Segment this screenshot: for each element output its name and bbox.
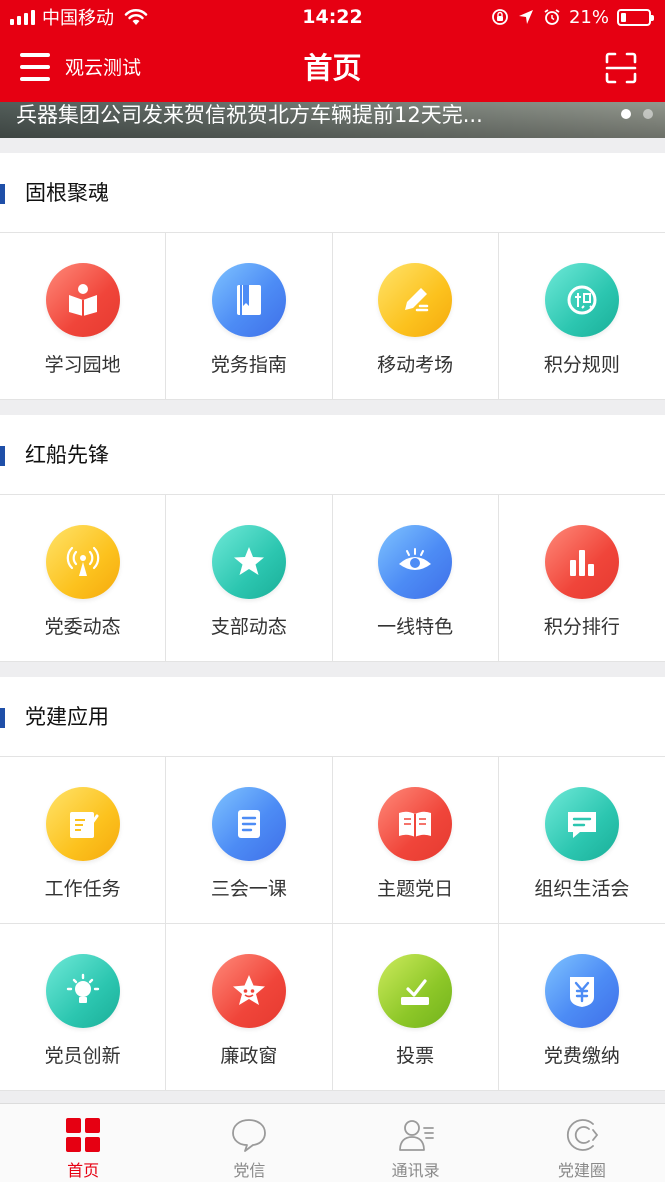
tab-label: 党信 bbox=[233, 1161, 266, 1180]
feature-points-ranking[interactable]: 积分排行 bbox=[498, 495, 665, 662]
feature-label: 投票 bbox=[396, 1045, 435, 1067]
feature-label: 党员创新 bbox=[44, 1045, 121, 1067]
chat-bubble-icon bbox=[544, 787, 619, 861]
feature-org-life-meeting[interactable]: 组织生活会 bbox=[498, 757, 665, 924]
guide-book-icon bbox=[211, 263, 286, 337]
feature-member-innovation[interactable]: 党员创新 bbox=[0, 924, 167, 1091]
feature-work-tasks[interactable]: 工作任务 bbox=[0, 757, 167, 924]
feature-label: 党费缴纳 bbox=[543, 1045, 620, 1067]
menu-icon-line bbox=[20, 53, 50, 57]
banner-dot[interactable] bbox=[643, 109, 653, 119]
tab-contacts[interactable]: 通讯录 bbox=[333, 1104, 499, 1182]
feature-grid: 学习园地 党务指南 移动考场 积分规则 bbox=[0, 233, 665, 400]
status-bar: 中国移动 14:22 21% bbox=[0, 0, 665, 34]
home-grid-icon bbox=[66, 1118, 101, 1152]
battery-percent: 21% bbox=[568, 6, 609, 28]
scan-icon[interactable] bbox=[605, 52, 637, 84]
location-icon bbox=[518, 10, 533, 24]
section-header: 红船先锋 bbox=[0, 415, 665, 495]
section-title: 红船先锋 bbox=[25, 443, 109, 467]
feature-label: 党务指南 bbox=[210, 354, 287, 376]
tab-party-circle[interactable]: 党建圈 bbox=[499, 1104, 665, 1182]
section-accent-bar bbox=[0, 184, 5, 204]
section-title: 党建应用 bbox=[25, 705, 109, 729]
feature-party-guide[interactable]: 党务指南 bbox=[166, 233, 333, 400]
news-banner[interactable]: 兵器集团公司发来贺信祝贺北方车辆提前12天完... bbox=[0, 102, 665, 138]
nav-bar: 观云测试 首页 bbox=[0, 34, 665, 102]
points-rule-icon bbox=[544, 263, 619, 337]
tab-label: 党建圈 bbox=[557, 1161, 606, 1180]
tab-home[interactable]: 首页 bbox=[0, 1104, 166, 1182]
feature-label: 主题党日 bbox=[377, 878, 454, 900]
open-book-icon bbox=[378, 787, 453, 861]
status-right: 21% bbox=[491, 4, 654, 30]
battery-icon bbox=[617, 8, 654, 26]
banner-pagination bbox=[621, 109, 653, 119]
feature-label: 积分规则 bbox=[543, 354, 620, 376]
feature-label: 一线特色 bbox=[377, 616, 454, 638]
feature-study-garden[interactable]: 学习园地 bbox=[0, 233, 167, 400]
feature-vote[interactable]: 投票 bbox=[332, 924, 499, 1091]
yuan-payment-icon bbox=[544, 954, 619, 1028]
banner-dot[interactable] bbox=[621, 109, 631, 119]
section-dangjian-yingyong: 党建应用 工作任务 三会一课 主题党日 组织生活会 党员创新 廉政窗 投票 党费… bbox=[0, 677, 665, 1091]
feature-label: 积分排行 bbox=[543, 616, 620, 638]
ballot-box-icon bbox=[378, 954, 453, 1028]
contacts-icon bbox=[398, 1120, 434, 1151]
smiling-star-icon bbox=[211, 954, 286, 1028]
orientation-lock-icon bbox=[492, 9, 508, 25]
feature-committee-news[interactable]: 党委动态 bbox=[0, 495, 167, 662]
feature-label: 党委动态 bbox=[44, 616, 121, 638]
feature-integrity-window[interactable]: 廉政窗 bbox=[166, 924, 333, 1091]
org-name[interactable]: 观云测试 bbox=[65, 54, 141, 82]
feature-label: 学习园地 bbox=[44, 354, 121, 376]
broadcast-icon bbox=[45, 525, 120, 599]
message-bubble-icon bbox=[232, 1119, 267, 1152]
lightbulb-icon bbox=[45, 954, 120, 1028]
feature-branch-news[interactable]: 支部动态 bbox=[166, 495, 333, 662]
feature-three-meetings[interactable]: 三会一课 bbox=[166, 757, 333, 924]
feature-label: 廉政窗 bbox=[220, 1045, 278, 1067]
tab-label: 通讯录 bbox=[391, 1161, 440, 1180]
feature-points-rules[interactable]: 积分规则 bbox=[498, 233, 665, 400]
star-icon bbox=[211, 525, 286, 599]
section-title: 固根聚魂 bbox=[25, 181, 109, 205]
eye-icon bbox=[378, 525, 453, 599]
menu-icon-line bbox=[20, 77, 50, 81]
banner-headline[interactable]: 兵器集团公司发来贺信祝贺北方车辆提前12天完... bbox=[16, 102, 483, 128]
bottom-tab-bar: 首页 党信 通讯录 党建圈 bbox=[0, 1103, 665, 1182]
menu-button[interactable] bbox=[20, 53, 50, 81]
section-accent-bar bbox=[0, 446, 5, 466]
tab-label: 首页 bbox=[67, 1161, 100, 1180]
circle-icon bbox=[566, 1119, 599, 1151]
feature-grid: 党委动态 支部动态 一线特色 积分排行 bbox=[0, 495, 665, 662]
task-note-icon bbox=[45, 787, 120, 861]
feature-frontline[interactable]: 一线特色 bbox=[332, 495, 499, 662]
feature-dues-payment[interactable]: 党费缴纳 bbox=[498, 924, 665, 1091]
section-accent-bar bbox=[0, 708, 5, 728]
feature-grid: 工作任务 三会一课 主题党日 组织生活会 党员创新 廉政窗 投票 党费缴纳 bbox=[0, 757, 665, 1091]
bar-chart-icon bbox=[544, 525, 619, 599]
battery-level bbox=[621, 12, 627, 22]
menu-icon-line bbox=[20, 65, 50, 69]
feature-label: 组织生活会 bbox=[534, 878, 630, 900]
section-gugen-juhun: 固根聚魂 学习园地 党务指南 移动考场 积分规则 bbox=[0, 153, 665, 400]
feature-label: 支部动态 bbox=[210, 616, 287, 638]
document-icon bbox=[211, 787, 286, 861]
section-header: 固根聚魂 bbox=[0, 153, 665, 233]
section-hongchuan-xianfeng: 红船先锋 党委动态 支部动态 一线特色 积分排行 bbox=[0, 415, 665, 662]
tab-messages[interactable]: 党信 bbox=[166, 1104, 332, 1182]
feature-theme-day[interactable]: 主题党日 bbox=[332, 757, 499, 924]
section-header: 党建应用 bbox=[0, 677, 665, 757]
feature-label: 三会一课 bbox=[210, 878, 287, 900]
pencil-exam-icon bbox=[378, 263, 453, 337]
feature-mobile-exam[interactable]: 移动考场 bbox=[332, 233, 499, 400]
feature-label: 移动考场 bbox=[377, 354, 454, 376]
feature-label: 工作任务 bbox=[44, 878, 121, 900]
reading-icon bbox=[45, 263, 120, 337]
alarm-icon bbox=[544, 9, 560, 25]
